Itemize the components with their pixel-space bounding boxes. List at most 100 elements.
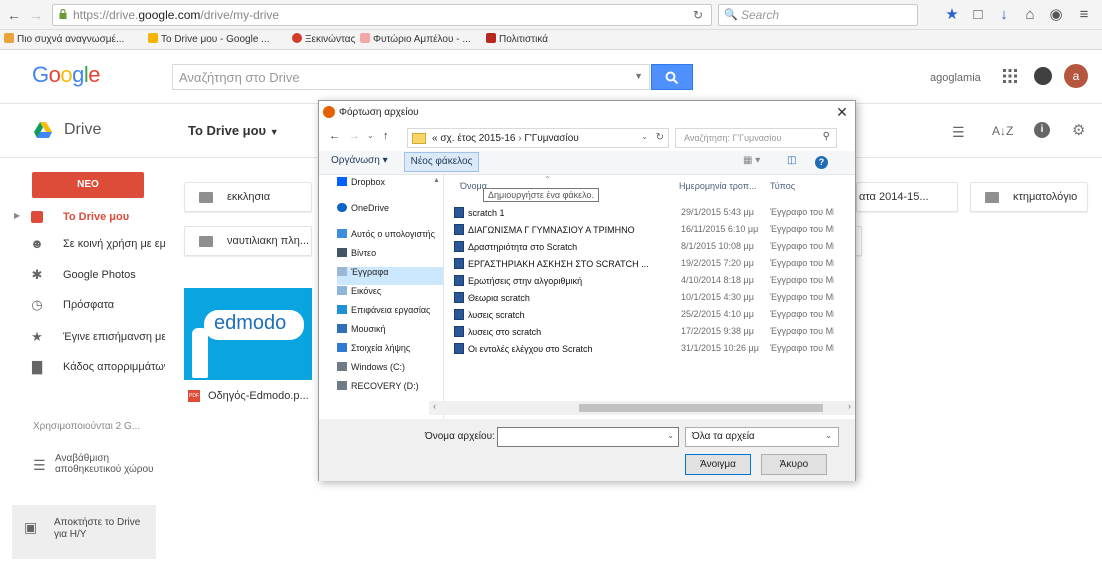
organize-menu[interactable]: Οργάνωση ▾ xyxy=(331,155,388,166)
home-icon[interactable]: ⌂ xyxy=(1020,6,1040,24)
file-row[interactable]: scratch 1 29/1/2015 5:43 μμ Έγγραφο του Mi… xyxy=(454,205,834,221)
file-row[interactable]: Ερωτήσεις στην αλγοριθμική 4/10/2014 8:18… xyxy=(454,273,834,289)
url-bar[interactable]: https://drive.google.com/drive/my-drive … xyxy=(52,4,712,26)
file-row[interactable]: Οι εντολές ελέγχου στο Scratch 31/1/2015 … xyxy=(454,341,834,357)
file-row[interactable]: ΕΡΓΑΣΤΗΡΙΑΚΗ ΑΣΚΗΣΗ ΣΤΟ SCRATCH ... 19/2/… xyxy=(454,256,834,272)
sidebar-item-trash[interactable]: ▇ Κάδος απορριμμάτων xyxy=(0,356,165,380)
pocket-icon[interactable]: ◉ xyxy=(1046,6,1066,24)
get-drive-for-pc-button[interactable]: ▣ Αποκτήστε το Drive για Η/Υ xyxy=(12,505,156,559)
help-icon[interactable]: ? xyxy=(815,156,828,169)
dialog-search-input[interactable]: Αναζήτηση: Γ'Γυμνασίου ⚲ xyxy=(675,128,837,148)
folder-card-partial[interactable] xyxy=(856,226,862,256)
tree-item-music[interactable]: Μουσική xyxy=(337,324,443,342)
reload-icon[interactable]: ↻ xyxy=(693,8,703,22)
drive-search-input[interactable]: Αναζήτηση στο Drive ▼ xyxy=(172,64,650,90)
open-button[interactable]: Άνοιγμα xyxy=(685,454,751,475)
photos-icon: ✱ xyxy=(31,267,43,282)
search-options-chevron-icon[interactable]: ▼ xyxy=(634,71,643,81)
chevron-down-icon[interactable]: ⌄ xyxy=(667,431,674,440)
tree-item-drive-c[interactable]: Windows (C:) xyxy=(337,362,443,380)
drive-search-button[interactable] xyxy=(651,64,693,90)
apps-grid-icon[interactable] xyxy=(1002,68,1018,84)
horizontal-scrollbar[interactable]: ‹ › xyxy=(429,401,855,415)
tree-item-dropbox[interactable]: Dropbox xyxy=(337,177,443,195)
tree-item-videos[interactable]: Βίντεο xyxy=(337,248,443,266)
folder-icon xyxy=(199,236,213,247)
username[interactable]: agoglamia xyxy=(930,72,981,84)
notifications-icon[interactable] xyxy=(1034,67,1052,85)
tree-item-downloads[interactable]: Στοιχεία λήψης xyxy=(337,343,443,361)
tree-item-this-pc[interactable]: Αυτός ο υπολογιστής xyxy=(337,229,443,247)
sidebar-item-shared[interactable]: ☻ Σε κοινή χρήση με εμένα xyxy=(0,233,165,257)
file-row[interactable]: λυσεις στο scratch 17/2/2015 9:38 μμ Έγγρα… xyxy=(454,324,834,340)
new-button[interactable]: ΝΕΟ xyxy=(32,172,144,198)
chevron-down-icon[interactable]: ⌄ xyxy=(641,132,648,141)
expand-arrow-icon[interactable]: ▶ xyxy=(14,211,20,220)
bookmark-drive[interactable]: To Drive μου - Google ... xyxy=(148,33,270,45)
my-drive-dropdown[interactable]: To Drive μου ▼ xyxy=(188,123,279,138)
back-arrow-icon[interactable]: ← xyxy=(329,130,340,142)
file-row[interactable]: λυσεις scratch 25/2/2015 4:10 μμ Έγγραφο τ… xyxy=(454,307,834,323)
file-name-row[interactable]: PDF Οδηγός-Edmodo.p... xyxy=(184,384,312,408)
close-icon[interactable]: ✕ xyxy=(833,103,851,121)
folder-card[interactable]: εκκλησια xyxy=(184,182,312,212)
folder-card[interactable]: ναυτιλιακη πλη... xyxy=(184,226,312,256)
preview-pane-icon[interactable]: ◫ xyxy=(787,155,796,166)
bookmark-getting-started[interactable]: Ξεκινώντας xyxy=(292,33,355,45)
sort-az-icon[interactable]: A↓Z xyxy=(992,124,1013,138)
up-arrow-icon[interactable]: ↑ xyxy=(383,130,389,142)
info-icon[interactable]: i xyxy=(1034,122,1050,138)
file-type-select[interactable]: Όλα τα αρχεία ⌄ xyxy=(685,427,839,447)
bookmark-most-visited[interactable]: Πιο συχνά αναγνωσμέ... xyxy=(4,33,124,45)
scroll-left-icon[interactable]: ‹ xyxy=(433,401,436,411)
view-options-icon[interactable]: ▦ ▾ xyxy=(743,155,760,166)
settings-gear-icon[interactable]: ⚙ xyxy=(1072,121,1085,139)
sidebar-item-photos[interactable]: ✱ Google Photos xyxy=(0,264,165,288)
list-view-icon[interactable]: ☰ xyxy=(952,124,965,141)
avatar[interactable]: a xyxy=(1064,64,1088,88)
column-header-type[interactable]: Τύπος xyxy=(770,181,795,191)
menu-icon[interactable]: ≡ xyxy=(1074,6,1094,24)
scroll-up-icon[interactable]: ▲ xyxy=(433,177,440,184)
new-folder-button[interactable]: Νέος φάκελος xyxy=(404,152,479,172)
forward-arrow-icon[interactable]: → xyxy=(349,130,360,142)
filename-input[interactable]: ⌄ xyxy=(497,427,679,447)
word-document-icon xyxy=(454,343,464,354)
forward-arrow-icon[interactable]: → xyxy=(26,5,46,25)
sidebar-item-recent[interactable]: ◷ Πρόσφατα xyxy=(0,294,165,318)
google-logo[interactable]: Google xyxy=(32,62,101,88)
reading-list-icon[interactable]: □ xyxy=(968,6,988,24)
refresh-icon[interactable]: ↻ xyxy=(656,132,664,143)
scrollbar-thumb[interactable] xyxy=(579,404,823,412)
dialog-titlebar[interactable]: Φόρτωση αρχείου ✕ xyxy=(319,101,855,125)
sidebar-item-my-drive[interactable]: ▶ To Drive μου xyxy=(0,206,165,230)
desktop-icon xyxy=(337,305,347,314)
tree-item-pictures[interactable]: Εικόνες xyxy=(337,286,443,304)
dialog-command-bar: Οργάνωση ▾ Νέος φάκελος ▦ ▾ ◫ ? xyxy=(319,151,855,175)
bookmark-culture[interactable]: Πολιτιστικά xyxy=(486,33,548,45)
bookmark-vineyard[interactable]: Φυτώριο Αμπέλου - ... xyxy=(360,33,471,45)
computer-icon xyxy=(337,229,347,238)
scroll-right-icon[interactable]: › xyxy=(848,401,851,411)
tree-item-desktop[interactable]: Επιφάνεια εργασίας xyxy=(337,305,443,323)
file-thumbnail[interactable]: edmodo xyxy=(184,288,312,380)
sidebar-item-starred[interactable]: ★ Έγινε επισήμανση με αστέρι xyxy=(0,326,165,350)
cancel-button[interactable]: Άκυρο xyxy=(761,454,827,475)
file-row[interactable]: ΔΙΑΓΩΝΙΣΜΑ Γ ΓΥΜΝΑΣΙΟΥ Α ΤΡΙΜΗΝΟ 16/11/20… xyxy=(454,222,834,238)
back-arrow-icon[interactable]: ← xyxy=(4,5,24,25)
column-header-date[interactable]: Ημερομηνία τροπ... xyxy=(679,181,756,191)
file-upload-dialog: Φόρτωση αρχείου ✕ ← → ⌄ ↑ « σχ. έτος 201… xyxy=(318,100,856,481)
folder-card[interactable]: κτηματολόγιο xyxy=(970,182,1088,212)
tree-item-drive-d[interactable]: RECOVERY (D:) xyxy=(337,381,443,399)
browser-search-field[interactable]: 🔍 Search xyxy=(718,4,918,26)
file-row[interactable]: Δραστηριότητα στο Scratch 8/1/2015 10:08 … xyxy=(454,239,834,255)
bookmark-star-icon[interactable]: ★ xyxy=(942,6,962,24)
tree-item-onedrive[interactable]: OneDrive xyxy=(337,203,443,221)
file-row[interactable]: Θεωρια scratch 10/1/2015 4:30 μμ Έγγραφο τ… xyxy=(454,290,834,306)
tree-item-documents[interactable]: Έγγραφα xyxy=(337,267,443,285)
video-icon xyxy=(337,248,347,257)
breadcrumb[interactable]: « σχ. έτος 2015-16 › Γ'Γυμνασίου ⌄ ↻ xyxy=(407,128,669,148)
folder-card[interactable]: ατα 2014-15... xyxy=(856,182,958,212)
recent-locations-chevron-icon[interactable]: ⌄ xyxy=(367,131,374,140)
downloads-icon[interactable]: ↓ xyxy=(994,6,1014,24)
